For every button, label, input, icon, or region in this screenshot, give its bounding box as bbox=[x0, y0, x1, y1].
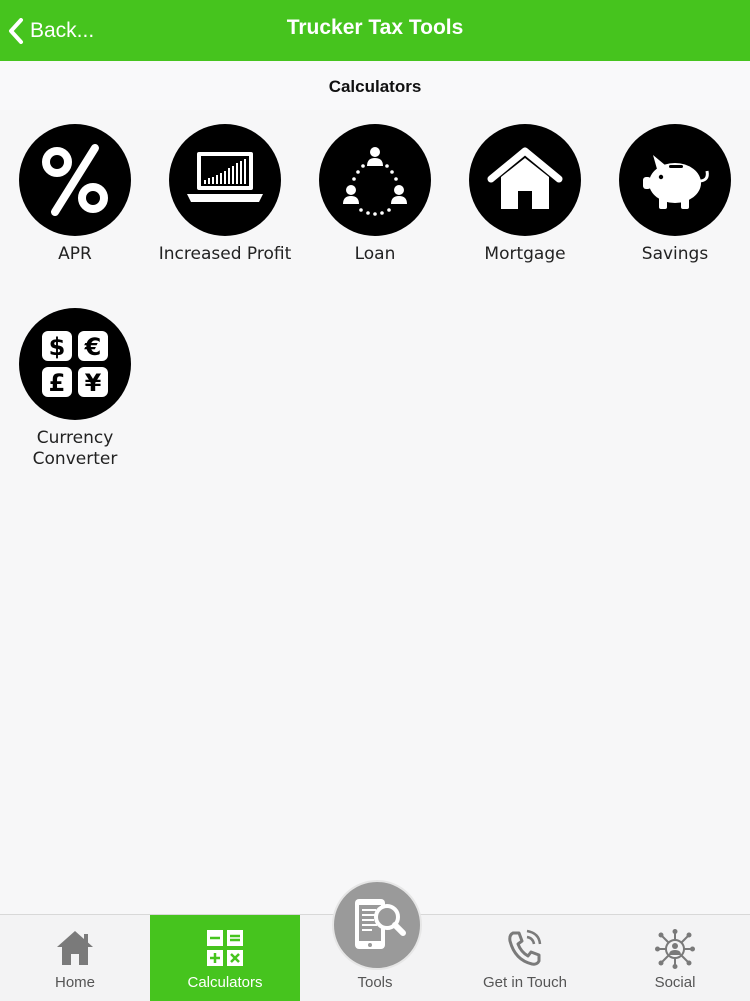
house-icon bbox=[487, 147, 563, 209]
calculator-label: Increased Profit bbox=[158, 244, 292, 264]
tab-label: Get in Touch bbox=[483, 974, 567, 991]
calculator-label: Loan bbox=[354, 244, 396, 264]
calculator-currency-converter[interactable]: $ € £ ¥ Currency Converter bbox=[0, 308, 150, 470]
tab-calculators[interactable]: Calculators bbox=[150, 915, 300, 1001]
svg-text:$: $ bbox=[49, 333, 66, 361]
tab-social[interactable]: Social bbox=[600, 915, 750, 1001]
section-title: Calculators bbox=[328, 77, 422, 96]
svg-text:€: € bbox=[84, 333, 102, 361]
app-title: Trucker Tax Tools bbox=[286, 16, 464, 39]
tab-label: Home bbox=[54, 974, 95, 991]
laptop-chart-icon bbox=[187, 152, 263, 202]
currency-icon: $ € £ ¥ bbox=[42, 331, 108, 397]
increased-profit-icon-circle bbox=[169, 124, 281, 236]
svg-text:¥: ¥ bbox=[85, 369, 102, 397]
apr-icon-circle bbox=[19, 124, 131, 236]
mortgage-icon-circle bbox=[469, 124, 581, 236]
calculator-mortgage[interactable]: Mortgage bbox=[450, 124, 600, 265]
calculator-increased-profit[interactable]: Increased Profit bbox=[150, 124, 300, 265]
tab-home[interactable]: Home bbox=[0, 915, 150, 1001]
tools-button[interactable] bbox=[332, 880, 422, 970]
calculator-label: APR bbox=[58, 244, 92, 264]
phone-icon bbox=[508, 929, 542, 966]
tablet-search-icon bbox=[355, 899, 406, 949]
savings-icon-circle bbox=[619, 124, 731, 236]
calculator-grid: APR Increased Profit Loan Mortgage Savin… bbox=[0, 124, 750, 484]
piggy-bank-icon bbox=[643, 155, 709, 209]
home-icon bbox=[57, 931, 93, 965]
calculator-savings[interactable]: Savings bbox=[600, 124, 750, 265]
calculator-apr[interactable]: APR bbox=[0, 124, 150, 265]
top-navigation-bar: Back... Trucker Tax Tools bbox=[0, 0, 750, 61]
tab-get-in-touch[interactable]: Get in Touch bbox=[450, 915, 600, 1001]
calculator-label-line1: Currency bbox=[36, 428, 114, 448]
tab-label: Calculators bbox=[187, 974, 263, 991]
svg-text:£: £ bbox=[49, 369, 66, 397]
loan-icon-circle bbox=[319, 124, 431, 236]
tab-label: Tools bbox=[357, 974, 393, 991]
percent-icon bbox=[42, 144, 108, 216]
calculator-label: Mortgage bbox=[484, 244, 566, 264]
calculator-loan[interactable]: Loan bbox=[300, 124, 450, 265]
currency-converter-icon-circle: $ € £ ¥ bbox=[19, 308, 131, 420]
calculator-icon bbox=[207, 930, 243, 966]
people-network-icon bbox=[343, 147, 407, 216]
calculator-label-line2: Converter bbox=[32, 449, 118, 469]
social-network-icon bbox=[655, 929, 695, 969]
tab-label: Social bbox=[654, 974, 696, 991]
calculator-label: Savings bbox=[641, 244, 709, 264]
section-header: Calculators bbox=[0, 61, 750, 110]
